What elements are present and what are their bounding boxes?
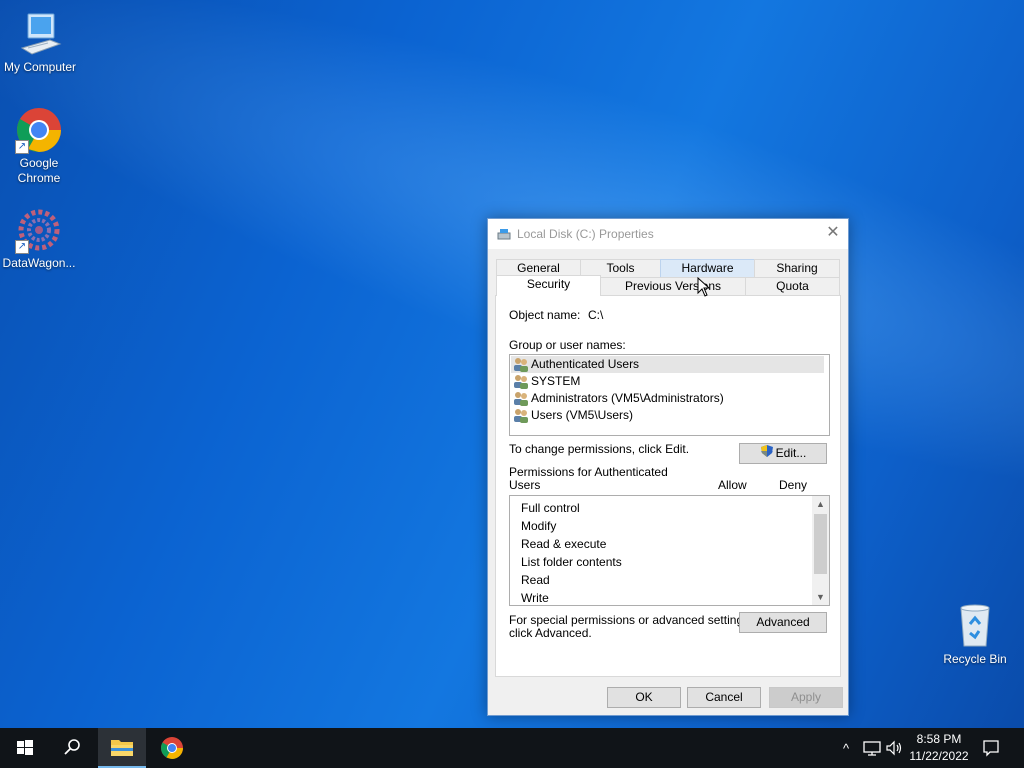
tab-quota[interactable]: Quota [745, 277, 840, 295]
start-button[interactable] [0, 728, 48, 768]
permission-row: Read [521, 573, 550, 587]
permission-row: List folder contents [521, 555, 622, 569]
close-button[interactable]: ✕ [818, 219, 848, 249]
edit-button[interactable]: Edit... [739, 443, 827, 464]
permission-row: Read & execute [521, 537, 607, 551]
chrome-icon [161, 737, 183, 759]
user-row[interactable]: Users (VM5\Users) [511, 407, 824, 424]
scroll-up-arrow-icon[interactable]: ▲ [812, 496, 829, 512]
chrome-taskbar-button[interactable] [148, 728, 196, 768]
users-group-icon [513, 408, 529, 423]
file-explorer-taskbar-button[interactable] [98, 728, 146, 768]
object-name-value: C:\ [588, 308, 604, 322]
users-group-icon [513, 391, 529, 406]
advanced-button[interactable]: Advanced [739, 612, 827, 633]
dialog-titlebar[interactable]: Local Disk (C:) Properties ✕ [488, 219, 848, 249]
desktop-icon-label: My Computer [3, 60, 77, 74]
permission-row: Write [521, 591, 549, 605]
permission-row: Modify [521, 519, 557, 533]
user-name: SYSTEM [531, 374, 581, 388]
user-row[interactable]: Administrators (VM5\Administrators) [511, 390, 824, 407]
users-group-icon [513, 374, 529, 389]
group-users-label: Group or user names: [509, 338, 626, 352]
recycle-bin-icon [951, 602, 999, 650]
tray-overflow-chevron-icon[interactable]: ^ [838, 741, 854, 756]
desktop-icon-label: Google Chrome [17, 156, 61, 185]
desktop-icon-google-chrome[interactable]: ↗ Google Chrome [0, 106, 79, 186]
change-permissions-text: To change permissions, click Edit. [509, 442, 690, 456]
folder-icon [111, 740, 133, 756]
volume-icon[interactable] [885, 740, 903, 756]
security-panel: Object name: C:\ Group or user names: Au… [495, 295, 841, 677]
mouse-cursor-icon [697, 276, 711, 297]
taskbar: ^ 8:58 PM 11/22/2022 [0, 728, 1024, 768]
users-listbox[interactable]: Authenticated Users SYSTEM Administrator… [509, 354, 830, 436]
object-name-label: Object name: [509, 308, 581, 322]
dialog-title: Local Disk (C:) Properties [517, 227, 654, 241]
computer-icon [16, 10, 64, 58]
tab-sharing[interactable]: Sharing [754, 259, 840, 277]
ok-button[interactable]: OK [607, 687, 681, 708]
clock-time[interactable]: 8:58 PM [905, 732, 973, 746]
desktop-icon-recycle-bin[interactable]: Recycle Bin [935, 602, 1015, 667]
edit-button-label: Edit... [775, 446, 807, 461]
tab-hardware[interactable]: Hardware [660, 259, 755, 277]
windows-icon [17, 740, 33, 755]
permissions-listbox[interactable]: Full control Modify Read & execute List … [509, 495, 830, 606]
desktop-icon-my-computer[interactable]: My Computer [0, 10, 80, 75]
notification-center-icon[interactable] [982, 739, 1000, 757]
properties-dialog: Local Disk (C:) Properties ✕ General Too… [487, 218, 849, 716]
chrome-icon: ↗ [15, 106, 63, 154]
desktop-icon-datawagon[interactable]: ↗ DataWagon... [0, 206, 79, 271]
shortcut-arrow-icon: ↗ [15, 140, 29, 154]
drive-icon [497, 228, 511, 240]
permissions-for-label-line2: Users [509, 478, 541, 492]
deny-column-header: Deny [779, 478, 808, 492]
desktop-icon-label: DataWagon... [2, 256, 76, 270]
user-name: Users (VM5\Users) [531, 408, 634, 422]
scroll-down-arrow-icon[interactable]: ▼ [812, 589, 829, 605]
clock-date[interactable]: 11/22/2022 [905, 749, 973, 763]
user-name: Authenticated Users [531, 357, 640, 371]
search-button[interactable] [48, 728, 96, 768]
allow-column-header: Allow [718, 478, 747, 492]
uac-shield-icon [760, 444, 774, 464]
user-row[interactable]: SYSTEM [511, 373, 824, 390]
shortcut-arrow-icon: ↗ [15, 240, 29, 254]
tab-previous-versions[interactable]: Previous Versions [600, 277, 746, 295]
scrollbar-thumb[interactable] [814, 514, 827, 574]
apply-button[interactable]: Apply [769, 687, 843, 708]
permission-row: Full control [521, 501, 580, 515]
users-group-icon [513, 357, 529, 372]
desktop-icon-label: Recycle Bin [943, 652, 1007, 666]
search-icon [64, 739, 80, 755]
user-name: Administrators (VM5\Administrators) [531, 391, 724, 405]
datawagon-icon: ↗ [15, 206, 63, 254]
network-icon[interactable] [863, 740, 881, 756]
cancel-button[interactable]: Cancel [687, 687, 761, 708]
special-permissions-text-line2: click Advanced. [509, 626, 592, 640]
tab-security[interactable]: Security [496, 275, 601, 296]
user-row[interactable]: Authenticated Users [511, 356, 824, 373]
permissions-scrollbar[interactable]: ▲ ▼ [812, 496, 829, 605]
